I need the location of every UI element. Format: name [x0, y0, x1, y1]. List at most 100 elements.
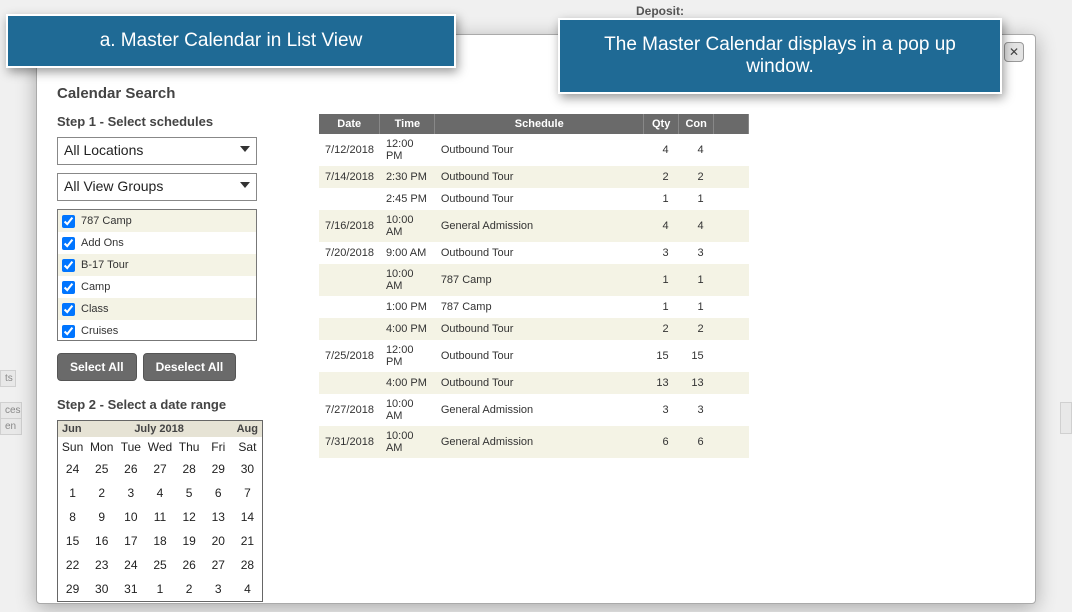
table-row[interactable]: 7/31/201810:00 AMGeneral Admission66 — [319, 426, 749, 458]
table-cell: Outbound Tour — [435, 242, 644, 264]
cal-day[interactable]: 21 — [233, 529, 262, 553]
cal-day[interactable]: 10 — [116, 505, 145, 529]
cal-day[interactable]: 4 — [233, 577, 262, 601]
cal-day[interactable]: 1 — [58, 481, 87, 505]
cal-day[interactable]: 19 — [175, 529, 204, 553]
table-cell: 12:00 PM — [380, 340, 435, 372]
schedule-option[interactable]: Class — [58, 298, 256, 320]
table-cell: 3 — [679, 394, 714, 426]
cal-day[interactable]: 29 — [204, 457, 233, 481]
cal-day[interactable]: 5 — [175, 481, 204, 505]
table-cell: Outbound Tour — [435, 318, 644, 340]
cal-day[interactable]: 25 — [87, 457, 116, 481]
cal-day[interactable]: 4 — [145, 481, 174, 505]
cal-dow: Mon — [87, 437, 116, 457]
bg-fragment: ts — [0, 370, 16, 387]
cal-day[interactable]: 26 — [116, 457, 145, 481]
bg-deposit-label: Deposit: — [636, 4, 684, 18]
table-header[interactable]: Date — [319, 114, 380, 134]
cal-day[interactable]: 11 — [145, 505, 174, 529]
cal-day[interactable]: 8 — [58, 505, 87, 529]
cal-day[interactable]: 20 — [204, 529, 233, 553]
cal-day[interactable]: 3 — [116, 481, 145, 505]
table-header[interactable]: Con — [679, 114, 714, 134]
cal-day[interactable]: 2 — [87, 481, 116, 505]
cal-day[interactable]: 6 — [204, 481, 233, 505]
schedule-option[interactable]: Cruises — [58, 320, 256, 341]
date-range-calendar[interactable]: Jun July 2018 Aug SunMonTueWedThuFriSat … — [57, 420, 263, 602]
cal-dow: Sun — [58, 437, 87, 457]
cal-day[interactable]: 9 — [87, 505, 116, 529]
cal-day[interactable]: 27 — [145, 457, 174, 481]
table-row[interactable]: 7/12/201812:00 PMOutbound Tour44 — [319, 134, 749, 166]
cal-day[interactable]: 26 — [175, 553, 204, 577]
cal-day[interactable]: 13 — [204, 505, 233, 529]
cal-day[interactable]: 3 — [204, 577, 233, 601]
cal-day[interactable]: 27 — [204, 553, 233, 577]
chevron-down-icon — [240, 146, 250, 152]
table-row[interactable]: 2:45 PMOutbound Tour11 — [319, 188, 749, 210]
table-header[interactable]: Schedule — [435, 114, 644, 134]
table-cell: 6 — [679, 426, 714, 458]
schedule-option[interactable]: 787 Camp — [58, 210, 256, 232]
cal-day[interactable]: 14 — [233, 505, 262, 529]
table-header[interactable]: Qty — [644, 114, 679, 134]
cal-day[interactable]: 1 — [145, 577, 174, 601]
schedule-option[interactable]: Add Ons — [58, 232, 256, 254]
table-row[interactable]: 10:00 AM787 Camp11 — [319, 264, 749, 296]
cal-day[interactable]: 30 — [233, 457, 262, 481]
locations-select[interactable]: All Locations — [57, 137, 257, 165]
cal-prev-month[interactable]: Jun — [62, 423, 82, 435]
cal-day[interactable]: 23 — [87, 553, 116, 577]
deselect-all-button[interactable]: Deselect All — [143, 353, 237, 381]
view-groups-select[interactable]: All View Groups — [57, 173, 257, 201]
cal-day[interactable]: 7 — [233, 481, 262, 505]
schedule-checkbox[interactable] — [62, 281, 75, 294]
cal-day[interactable]: 15 — [58, 529, 87, 553]
table-row[interactable]: 7/20/20189:00 AMOutbound Tour33 — [319, 242, 749, 264]
cal-day[interactable]: 22 — [58, 553, 87, 577]
table-row[interactable]: 7/16/201810:00 AMGeneral Admission44 — [319, 210, 749, 242]
cal-next-month[interactable]: Aug — [237, 423, 258, 435]
table-cell — [714, 372, 749, 394]
table-row[interactable]: 7/14/20182:30 PMOutbound Tour22 — [319, 166, 749, 188]
schedule-option[interactable]: B-17 Tour — [58, 254, 256, 276]
schedule-checkbox[interactable] — [62, 325, 75, 338]
cal-day[interactable]: 30 — [87, 577, 116, 601]
cal-day[interactable]: 31 — [116, 577, 145, 601]
table-row[interactable]: 1:00 PM787 Camp11 — [319, 296, 749, 318]
schedule-checkbox[interactable] — [62, 259, 75, 272]
table-cell: Outbound Tour — [435, 372, 644, 394]
schedule-option-label: Camp — [81, 281, 110, 293]
table-cell: 1 — [679, 296, 714, 318]
cal-day[interactable]: 29 — [58, 577, 87, 601]
cal-day[interactable]: 28 — [175, 457, 204, 481]
cal-day[interactable]: 18 — [145, 529, 174, 553]
cal-day[interactable]: 24 — [58, 457, 87, 481]
close-button[interactable]: ✕ — [1004, 42, 1024, 62]
schedule-checkbox[interactable] — [62, 237, 75, 250]
cal-day[interactable]: 12 — [175, 505, 204, 529]
chevron-down-icon — [240, 182, 250, 188]
table-row[interactable]: 7/25/201812:00 PMOutbound Tour1515 — [319, 340, 749, 372]
table-row[interactable]: 7/27/201810:00 AMGeneral Admission33 — [319, 394, 749, 426]
locations-select-value: All Locations — [64, 142, 143, 158]
cal-day[interactable]: 24 — [116, 553, 145, 577]
cal-day[interactable]: 17 — [116, 529, 145, 553]
table-row[interactable]: 4:00 PMOutbound Tour22 — [319, 318, 749, 340]
schedule-option[interactable]: Camp — [58, 276, 256, 298]
cal-day[interactable]: 25 — [145, 553, 174, 577]
cal-day[interactable]: 2 — [175, 577, 204, 601]
select-all-button[interactable]: Select All — [57, 353, 137, 381]
table-cell: 1 — [644, 188, 679, 210]
schedule-listbox[interactable]: 787 CampAdd OnsB-17 Tour Camp ClassCruises — [57, 209, 257, 341]
cal-day[interactable]: 28 — [233, 553, 262, 577]
table-cell: 787 Camp — [435, 296, 644, 318]
table-header[interactable]: Time — [380, 114, 435, 134]
table-cell: Outbound Tour — [435, 340, 644, 372]
schedule-checkbox[interactable] — [62, 303, 75, 316]
cal-day[interactable]: 16 — [87, 529, 116, 553]
table-cell: 4 — [644, 134, 679, 166]
schedule-checkbox[interactable] — [62, 215, 75, 228]
table-row[interactable]: 4:00 PMOutbound Tour1313 — [319, 372, 749, 394]
